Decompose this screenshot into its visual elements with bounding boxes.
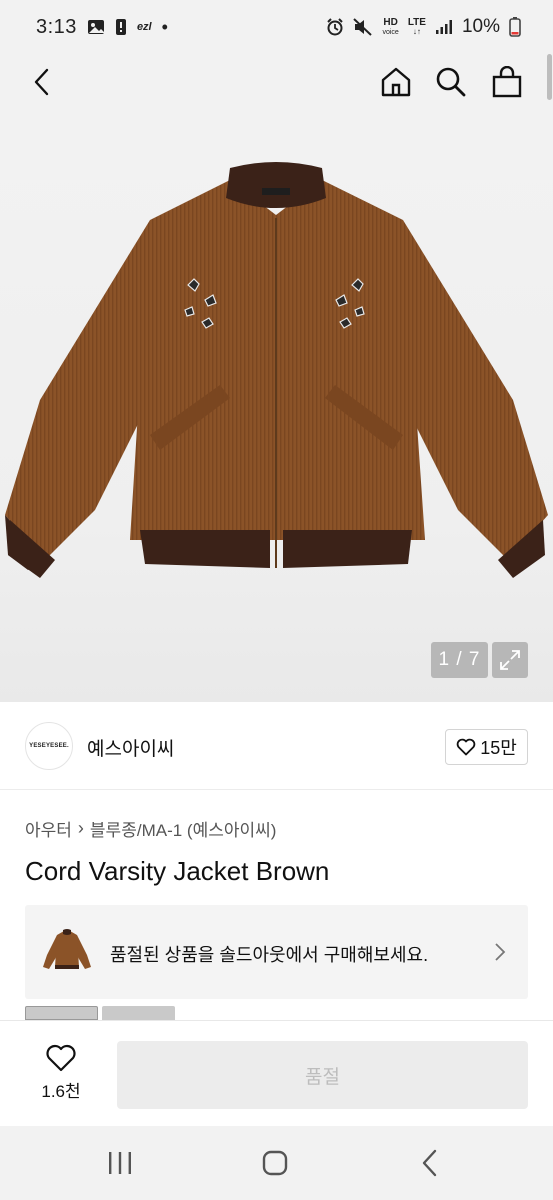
data-arrows-icon: ↓↑ [412, 27, 421, 36]
system-nav-bar [0, 1126, 553, 1200]
soldout-banner-text: 품절된 상품을 솔드아웃에서 구매해보세요. [110, 945, 429, 965]
shopping-bag-icon [492, 66, 522, 98]
heart-icon [456, 738, 476, 756]
more-notifications-dot: • [161, 17, 168, 37]
voice-label: voice [382, 28, 399, 36]
chevron-right-icon [495, 943, 506, 961]
soldout-banner[interactable]: 품절된 상품을 솔드아웃에서 구매해보세요. [25, 905, 528, 999]
expand-icon [500, 650, 520, 670]
status-right: HD voice LTE ↓↑ 10% [326, 16, 521, 38]
signal-icon [435, 19, 453, 35]
gallery-notification-icon [87, 19, 105, 35]
battery-icon [509, 17, 521, 37]
product-image [5, 162, 548, 578]
status-bar: 3:13 ezl • HD voice LTE ↓↑ 10% [0, 0, 553, 54]
status-time: 3:13 [36, 15, 77, 38]
hd-label: HD [383, 16, 398, 28]
wishlist-count: 1.6천 [41, 1082, 81, 1101]
brand-like-count: 15만 [480, 738, 517, 758]
status-left: 3:13 ezl • [36, 16, 168, 39]
expand-image-button[interactable] [492, 642, 528, 678]
home-button[interactable] [376, 62, 416, 102]
home-circle-icon [262, 1150, 288, 1176]
alert-notification-icon [115, 18, 127, 36]
brand-like-button[interactable]: 15만 [445, 729, 528, 765]
breadcrumb-separator-icon: › [77, 818, 84, 838]
banner-product-thumbnail [43, 929, 91, 969]
battery-percent: 10% [461, 16, 500, 37]
product-image-gallery[interactable]: 1 / 7 [0, 110, 553, 702]
hd-voice-indicator: HD voice [382, 16, 399, 37]
brand-row[interactable]: YESEYESEE. 예스아이씨 15만 [0, 702, 553, 790]
brand-logo[interactable]: YESEYESEE. [25, 722, 73, 770]
home-icon [381, 67, 411, 97]
option-tab-1[interactable] [25, 1006, 98, 1020]
wishlist-button[interactable]: 1.6천 [30, 1043, 92, 1107]
heart-icon [46, 1044, 76, 1072]
ezl-app-label: ezl [136, 21, 152, 33]
soldout-buy-button[interactable]: 품절 [117, 1041, 528, 1109]
back-chevron-icon [422, 1149, 437, 1177]
product-title: Cord Varsity Jacket Brown [25, 856, 330, 886]
back-nav-button[interactable] [410, 1146, 450, 1180]
cart-button[interactable] [487, 62, 527, 102]
home-nav-button[interactable] [255, 1146, 295, 1180]
alarm-icon [326, 18, 344, 36]
category-sub-link[interactable]: 블루종/MA-1 (예스아이씨) [90, 816, 277, 841]
category-breadcrumb: 아우터 › 블루종/MA-1 (예스아이씨) [25, 816, 276, 841]
scroll-indicator [547, 54, 552, 100]
image-counter: 1 / 7 [431, 642, 488, 678]
recent-apps-icon [109, 1152, 131, 1174]
search-button[interactable] [431, 62, 471, 102]
recent-apps-button[interactable] [100, 1146, 140, 1180]
chevron-left-icon [34, 68, 49, 96]
category-main-link[interactable]: 아우터 [25, 816, 72, 841]
lte-indicator: LTE ↓↑ [408, 18, 426, 37]
search-icon [436, 67, 466, 97]
app-header [0, 54, 553, 110]
brand-name[interactable]: 예스아이씨 [87, 734, 174, 761]
back-button[interactable] [22, 62, 62, 102]
mute-icon [353, 18, 373, 36]
option-tab-2[interactable] [102, 1006, 175, 1020]
bottom-action-bar: 1.6천 품절 [0, 1020, 553, 1126]
